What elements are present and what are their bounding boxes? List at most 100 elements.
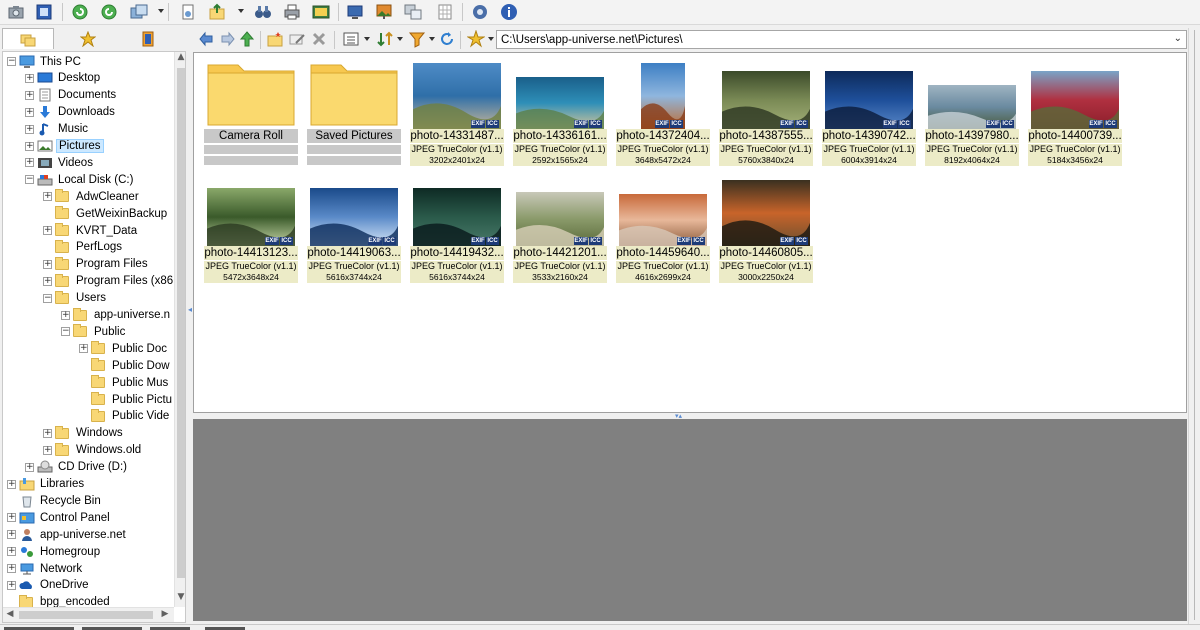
photo-thumbnail[interactable]: EXIF ICC photo-14336161... JPEG TrueColor (… bbox=[513, 59, 607, 169]
photo-thumbnail[interactable]: EXIF ICC photo-14400739... JPEG TrueColor (… bbox=[1028, 59, 1122, 169]
folder-thumbnail[interactable]: Camera Roll bbox=[204, 59, 298, 165]
expand-icon[interactable]: + bbox=[43, 226, 52, 235]
tree-item-app-universe-n[interactable]: + app-universe.n bbox=[61, 307, 172, 324]
scroll-down-icon[interactable]: ▼ bbox=[175, 592, 185, 606]
collapse-icon[interactable]: − bbox=[7, 57, 16, 66]
tree-item-perflogs[interactable]: PerfLogs bbox=[43, 239, 124, 256]
expand-icon[interactable]: + bbox=[43, 259, 52, 269]
expand-icon[interactable]: + bbox=[7, 547, 16, 557]
scroll-thumb[interactable] bbox=[19, 611, 153, 619]
tree-item-videos[interactable]: + Videos bbox=[25, 154, 95, 171]
expand-icon[interactable]: + bbox=[43, 445, 52, 455]
tree-item-windows[interactable]: + Windows bbox=[43, 425, 125, 442]
tree-item-documents[interactable]: + Documents bbox=[25, 87, 118, 104]
address-bar[interactable]: C:\Users\app-universe.net\Pictures\ ⌄ bbox=[496, 30, 1187, 49]
expand-icon[interactable]: + bbox=[25, 107, 34, 117]
scroll-left-icon[interactable]: ◀ bbox=[3, 609, 17, 621]
screen-capture-icon[interactable] bbox=[344, 2, 366, 22]
tree-item-network[interactable]: + Network bbox=[7, 560, 84, 577]
expand-icon[interactable]: + bbox=[7, 580, 16, 590]
convert-dropdown[interactable] bbox=[158, 9, 164, 13]
tree-item-public[interactable]: − Public bbox=[61, 323, 127, 340]
filter-dropdown[interactable] bbox=[429, 37, 435, 41]
photo-thumbnail[interactable]: EXIF ICC photo-14372404... JPEG TrueColor (… bbox=[616, 59, 710, 169]
tree-item-recycle-bin[interactable]: Recycle Bin bbox=[7, 492, 103, 509]
favorites-dropdown[interactable] bbox=[488, 37, 494, 41]
expand-icon[interactable]: + bbox=[79, 344, 88, 354]
photo-thumbnail[interactable]: EXIF ICC photo-14419063... JPEG TrueColor (… bbox=[307, 176, 401, 286]
collapse-icon[interactable]: − bbox=[61, 327, 70, 337]
tree-vertical-scrollbar[interactable]: ▲ ▼ bbox=[174, 52, 185, 607]
tree-item-kvrt-data[interactable]: + KVRT_Data bbox=[43, 222, 139, 239]
tree-item-program-files-x86[interactable]: + Program Files (x86 bbox=[43, 273, 175, 290]
tree-item-public-mus[interactable]: Public Mus bbox=[79, 374, 170, 391]
expand-icon[interactable]: + bbox=[7, 513, 16, 523]
photo-thumbnail[interactable]: EXIF ICC photo-14459640... JPEG TrueColor (… bbox=[616, 176, 710, 286]
chevron-down-icon[interactable]: ⌄ bbox=[1174, 33, 1182, 44]
expand-icon[interactable]: + bbox=[7, 479, 16, 489]
folder-thumbnail[interactable]: Saved Pictures bbox=[307, 59, 401, 165]
expand-icon[interactable]: + bbox=[25, 73, 34, 83]
scroll-up-icon[interactable]: ▲ bbox=[175, 52, 185, 66]
expand-icon[interactable]: + bbox=[25, 158, 34, 168]
photo-thumbnail[interactable]: EXIF ICC photo-14421201... JPEG TrueColor (… bbox=[513, 176, 607, 286]
expand-icon[interactable]: + bbox=[25, 141, 34, 151]
up-folder-icon[interactable] bbox=[236, 29, 258, 49]
tree-item-users[interactable]: − Users bbox=[43, 290, 108, 307]
tree-item-cd-drive-d[interactable]: + CD Drive (D:) bbox=[25, 459, 129, 476]
tree-item-adwcleaner[interactable]: + AdwCleaner bbox=[43, 188, 141, 205]
scroll-thumb[interactable] bbox=[177, 68, 185, 578]
collapse-icon[interactable]: − bbox=[43, 293, 52, 303]
compare-icon[interactable] bbox=[402, 2, 424, 22]
photo-thumbnail[interactable]: EXIF ICC photo-14397980... JPEG TrueColor (… bbox=[925, 59, 1019, 169]
rename-icon[interactable] bbox=[286, 29, 308, 49]
sort-icon[interactable] bbox=[374, 29, 396, 49]
photo-thumbnail[interactable]: EXIF ICC photo-14387555... JPEG TrueColor (… bbox=[719, 59, 813, 169]
photo-thumbnail[interactable]: EXIF ICC photo-14331487... JPEG TrueColor (… bbox=[410, 59, 504, 169]
photo-thumbnail[interactable]: EXIF ICC photo-14413123... JPEG TrueColor (… bbox=[204, 176, 298, 286]
tree-item-music[interactable]: + Music bbox=[25, 121, 90, 138]
tree-item-windows-old[interactable]: + Windows.old bbox=[43, 442, 143, 459]
forward-icon[interactable] bbox=[216, 29, 238, 49]
delete-icon[interactable] bbox=[308, 29, 330, 49]
scroll-right-icon[interactable]: ▶ bbox=[158, 609, 172, 621]
tree-item-public-vide[interactable]: Public Vide bbox=[79, 408, 171, 425]
tree-item-downloads[interactable]: + Downloads bbox=[25, 104, 117, 121]
grid-icon[interactable] bbox=[434, 2, 456, 22]
expand-icon[interactable]: + bbox=[7, 530, 16, 540]
categories-tab[interactable] bbox=[122, 28, 174, 49]
settings-icon[interactable] bbox=[469, 2, 491, 22]
vertical-splitter-handle[interactable]: ◂ bbox=[188, 305, 192, 323]
view-mode-icon[interactable] bbox=[340, 29, 362, 49]
photo-thumbnail[interactable]: EXIF ICC photo-14419432... JPEG TrueColor (… bbox=[410, 176, 504, 286]
expand-icon[interactable]: + bbox=[25, 124, 34, 134]
tree-horizontal-scrollbar[interactable]: ◀ ▶ bbox=[3, 607, 174, 622]
favorites-tab[interactable] bbox=[62, 28, 114, 49]
sort-dropdown[interactable] bbox=[397, 37, 403, 41]
expand-icon[interactable]: + bbox=[43, 428, 52, 438]
refresh-icon[interactable] bbox=[436, 29, 458, 49]
photo-thumbnail[interactable]: EXIF ICC photo-14460805... JPEG TrueColor (… bbox=[719, 176, 813, 286]
wallpaper-icon[interactable] bbox=[373, 2, 395, 22]
print-icon[interactable] bbox=[281, 2, 303, 22]
rotate-right-icon[interactable] bbox=[98, 2, 120, 22]
fullscreen-icon[interactable] bbox=[33, 2, 55, 22]
collapse-icon[interactable]: − bbox=[25, 175, 34, 185]
tree-item-control-panel[interactable]: + Control Panel bbox=[7, 509, 112, 526]
tree-item-pictures[interactable]: + Pictures bbox=[25, 138, 104, 155]
open-icon[interactable] bbox=[177, 2, 199, 22]
slideshow-icon[interactable] bbox=[310, 2, 332, 22]
folders-tab[interactable] bbox=[2, 28, 54, 49]
expand-icon[interactable]: + bbox=[43, 192, 52, 202]
binoculars-icon[interactable] bbox=[252, 2, 274, 22]
new-folder-icon[interactable] bbox=[264, 29, 286, 49]
tree-item-local-disk-c[interactable]: − Local Disk (C:) bbox=[25, 171, 135, 188]
tree-item-public-doc[interactable]: + Public Doc bbox=[79, 340, 169, 357]
expand-icon[interactable]: + bbox=[7, 564, 16, 573]
expand-icon[interactable]: + bbox=[61, 310, 70, 320]
tree-item-onedrive[interactable]: + OneDrive bbox=[7, 577, 91, 594]
tree-item-libraries[interactable]: + Libraries bbox=[7, 476, 86, 493]
tree-item-app-universe-net[interactable]: + app-universe.net bbox=[7, 526, 128, 543]
tree-item-desktop[interactable]: + Desktop bbox=[25, 70, 102, 87]
export-icon[interactable] bbox=[206, 2, 228, 22]
